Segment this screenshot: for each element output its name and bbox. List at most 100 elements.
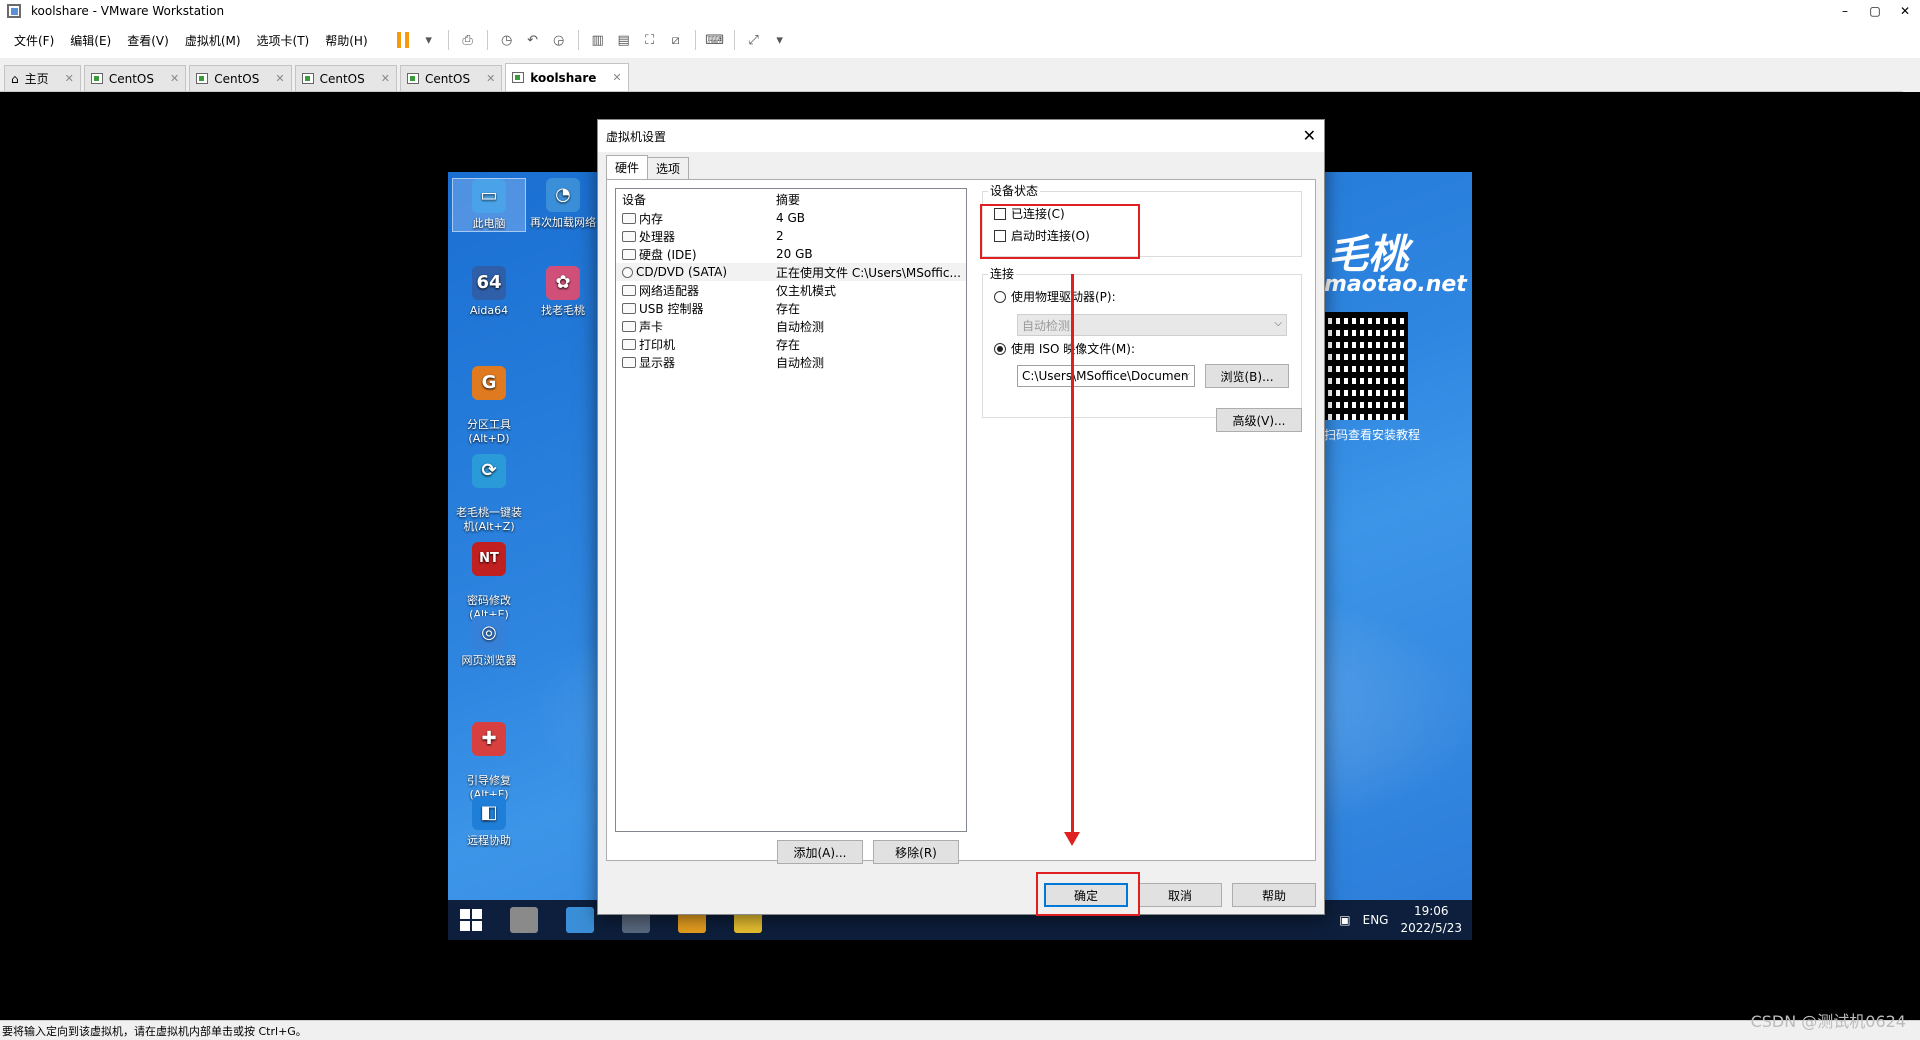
- column-summary[interactable]: 摘要: [772, 191, 966, 208]
- annotation-arrow-head: [1064, 832, 1080, 846]
- menu-file[interactable]: 文件(F): [6, 32, 62, 49]
- password-icon: NT: [472, 542, 506, 576]
- unity-icon[interactable]: ⧄: [663, 28, 689, 52]
- desktop-icon-remote-assist[interactable]: ◧ 远程协助: [452, 796, 526, 848]
- menubar: 文件(F) 编辑(E) 查看(V) 虚拟机(M) 选项卡(T) 帮助(H) ▾ …: [0, 22, 1920, 58]
- physical-drive-radio-row[interactable]: 使用物理驱动器(P):: [994, 288, 1116, 305]
- iso-image-radio-row[interactable]: 使用 ISO 映像文件(M):: [994, 340, 1135, 357]
- chevron-down-icon: ⌵: [1274, 318, 1282, 329]
- vm-icon: [196, 73, 209, 84]
- device-summary: 4 GB: [776, 211, 805, 225]
- remove-device-button[interactable]: 移除(R): [873, 840, 959, 864]
- tab-label: CentOS: [108, 71, 154, 86]
- device-row-sound[interactable]: 声卡 自动检测: [616, 317, 966, 335]
- guest-clock[interactable]: 19:06 2022/5/23: [1400, 903, 1462, 937]
- desktop-icon-find-maotao[interactable]: ✿ 找老毛桃: [526, 266, 600, 318]
- advanced-button[interactable]: 高级(V)...: [1216, 408, 1302, 432]
- tab-label: CentOS: [214, 71, 260, 86]
- windows-start-icon[interactable]: [460, 909, 482, 931]
- cpu-icon: [622, 230, 636, 242]
- taskbar-monitor-icon[interactable]: [566, 907, 594, 933]
- minimize-button[interactable]: –: [1830, 0, 1860, 22]
- tab-close-icon[interactable]: ✕: [486, 72, 495, 85]
- stretch-dropdown-icon[interactable]: ▾: [767, 28, 793, 52]
- device-list[interactable]: 设备 摘要 内存 4 GB 处理器 2 硬盘 (IDE) 20 GB CD/DV…: [615, 188, 967, 832]
- harddisk-icon: [622, 248, 636, 260]
- menu-edit[interactable]: 编辑(E): [62, 32, 119, 49]
- tab-label: CentOS: [424, 71, 471, 86]
- tab-close-icon[interactable]: ✕: [65, 72, 74, 85]
- column-device[interactable]: 设备: [616, 191, 772, 208]
- pause-button[interactable]: [390, 28, 416, 52]
- thumbnail-bar-icon[interactable]: ▤: [611, 28, 637, 52]
- desktop-icon-label: 找老毛桃: [541, 304, 585, 317]
- tab-close-icon[interactable]: ✕: [381, 72, 390, 85]
- snapshot-icon[interactable]: ◷: [494, 28, 520, 52]
- device-row-printer[interactable]: 打印机 存在: [616, 335, 966, 353]
- show-library-icon[interactable]: ▥: [585, 28, 611, 52]
- physical-drive-radio[interactable]: [994, 290, 1006, 303]
- tab-close-icon[interactable]: ✕: [275, 72, 284, 85]
- network-icon: ◔: [546, 178, 580, 212]
- tab-koolshare[interactable]: koolshare ✕: [505, 63, 629, 91]
- chevron-down-icon[interactable]: ⌵: [1182, 369, 1190, 380]
- menu-help[interactable]: 帮助(H): [317, 32, 375, 49]
- toolbar-separator: [577, 30, 579, 50]
- snapshot-manager-icon[interactable]: ◶: [546, 28, 572, 52]
- device-status-label: 设备状态: [988, 182, 1041, 199]
- browser-icon: ◎: [472, 616, 506, 650]
- device-row-harddisk[interactable]: 硬盘 (IDE) 20 GB: [616, 245, 966, 263]
- computer-icon: ▭: [472, 179, 506, 213]
- vm-icon: [406, 73, 419, 84]
- menu-view[interactable]: 查看(V): [119, 32, 177, 49]
- help-button[interactable]: 帮助: [1232, 883, 1316, 907]
- send-ctrl-alt-del-icon[interactable]: ⎙: [455, 28, 481, 52]
- device-row-processor[interactable]: 处理器 2: [616, 227, 966, 245]
- tab-centos-3[interactable]: CentOS ✕: [294, 65, 397, 91]
- network-tray-icon[interactable]: ▣: [1339, 913, 1350, 927]
- stretch-icon[interactable]: ⤢: [741, 28, 767, 52]
- device-row-memory[interactable]: 内存 4 GB: [616, 209, 966, 227]
- revert-snapshot-icon[interactable]: ↶: [520, 28, 546, 52]
- annotation-box-ok-button: [1036, 872, 1140, 916]
- device-row-display[interactable]: 显示器 自动检测: [616, 353, 966, 371]
- home-icon: ⌂: [11, 71, 19, 86]
- dialog-close-icon[interactable]: ✕: [1303, 126, 1316, 145]
- cancel-button[interactable]: 取消: [1138, 883, 1222, 907]
- iso-path-combobox[interactable]: C:\Users\MSoffice\Documen ⌵: [1017, 365, 1195, 387]
- desktop-icon-browser[interactable]: ◎ 网页浏览器: [452, 616, 526, 668]
- close-button[interactable]: ✕: [1890, 0, 1920, 22]
- clock-time: 19:06: [1413, 904, 1449, 918]
- add-device-button[interactable]: 添加(A)...: [777, 840, 863, 864]
- device-row-cddvd[interactable]: CD/DVD (SATA) 正在使用文件 C:\Users\MSoffic...: [616, 263, 966, 281]
- console-view-icon[interactable]: ⌨: [702, 28, 728, 52]
- desktop-icon-reload-network[interactable]: ◔ 再次加载网络: [526, 178, 600, 230]
- browse-button[interactable]: 浏览(B)...: [1205, 364, 1289, 388]
- iso-image-radio[interactable]: [994, 342, 1006, 355]
- menu-vm[interactable]: 虚拟机(M): [177, 32, 249, 49]
- desktop-icon-aida64[interactable]: 64 Aida64: [452, 266, 526, 318]
- tab-centos-2[interactable]: CentOS ✕: [189, 65, 292, 91]
- tab-close-icon[interactable]: ✕: [170, 72, 179, 85]
- desktop-icon-this-pc[interactable]: ▭ 此电脑: [452, 178, 526, 232]
- device-row-usb[interactable]: USB 控制器 存在: [616, 299, 966, 317]
- desktop-icon-label: 网页浏览器: [461, 654, 517, 667]
- tab-centos-1[interactable]: CentOS ✕: [83, 65, 187, 91]
- device-name: USB 控制器: [639, 301, 704, 316]
- taskbar-drive-icon[interactable]: [510, 907, 538, 933]
- tab-hardware[interactable]: 硬件: [606, 155, 649, 179]
- annotation-box-device-status: [980, 204, 1140, 259]
- brand-url: maotao.net: [1324, 272, 1467, 297]
- device-row-network[interactable]: 网络适配器 仅主机模式: [616, 281, 966, 299]
- pause-dropdown-icon[interactable]: ▾: [416, 28, 442, 52]
- tab-centos-4[interactable]: CentOS ✕: [399, 65, 503, 91]
- tab-home[interactable]: ⌂ 主页 ✕: [4, 65, 81, 91]
- fullscreen-icon[interactable]: ⛶: [637, 28, 663, 52]
- menu-tabs[interactable]: 选项卡(T): [249, 32, 318, 49]
- maximize-button[interactable]: ▢: [1860, 0, 1890, 22]
- device-name: 网络适配器: [639, 283, 700, 298]
- display-icon: [622, 356, 636, 368]
- tab-close-icon[interactable]: ✕: [612, 71, 621, 84]
- tab-options[interactable]: 选项: [647, 157, 690, 179]
- input-language[interactable]: ENG: [1363, 913, 1389, 927]
